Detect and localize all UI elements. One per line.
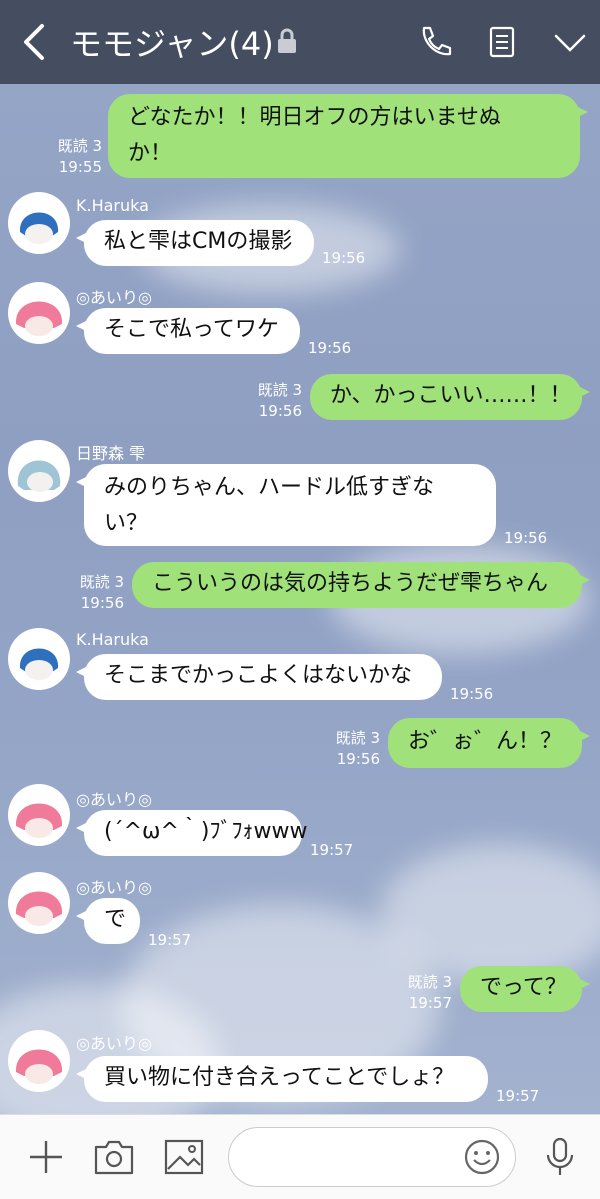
phone-icon[interactable] — [414, 22, 454, 62]
outgoing-message[interactable]: お゛ぉ゛ん！？ — [388, 718, 590, 768]
message-line: 私と雫はCMの撮影 — [104, 229, 293, 254]
image-icon[interactable] — [162, 1135, 206, 1179]
message-time: 19:56 — [308, 339, 352, 357]
message-line: (´^ω^｀)ﾌﾞﾌｫwww — [104, 819, 308, 844]
emoji-icon[interactable] — [463, 1138, 501, 1176]
message-meta: 既読 3 19:56 — [62, 572, 124, 614]
avatar-k-haruka[interactable] — [8, 192, 70, 254]
message-time: 19:56 — [80, 594, 124, 612]
sender-name: ◎あいり◎ — [76, 288, 152, 307]
avatar-shizuku[interactable] — [8, 440, 70, 502]
back-chevron-icon[interactable] — [16, 22, 52, 62]
message-line: か、かっこいい……！！ — [330, 383, 572, 408]
message-input-bar — [0, 1114, 600, 1199]
outgoing-message[interactable]: こういうのは気の持ちようだぜ雫ちゃん — [132, 562, 590, 608]
outgoing-message[interactable]: どなたか！！明日オフの方はいませぬ か！ — [108, 94, 588, 178]
incoming-message[interactable]: そこまでかっこよくはないかな — [76, 654, 442, 700]
sender-name: 日野森 雫 — [76, 444, 146, 463]
message-time: 19:57 — [496, 1087, 540, 1105]
chat-area[interactable]: どなたか！！明日オフの方はいませぬ か！ 既読 3 19:55 K.Haruka… — [0, 84, 600, 1114]
message-meta: 既読 3 19:56 — [318, 728, 380, 770]
message-meta: 既読 3 19:57 — [390, 972, 452, 1014]
message-meta: 既読 3 19:55 — [40, 136, 102, 178]
message-time: 19:56 — [336, 750, 380, 768]
outgoing-message[interactable]: か、かっこいい……！！ — [310, 374, 590, 420]
incoming-message[interactable]: そこで私ってワケ — [76, 308, 300, 354]
message-line: こういうのは気の持ちようだぜ雫ちゃん — [152, 571, 549, 596]
message-line: か！ — [128, 141, 173, 166]
plus-icon[interactable] — [24, 1135, 68, 1179]
camera-icon[interactable] — [92, 1135, 136, 1179]
incoming-message[interactable]: 買い物に付き合えってことでしょ？ — [76, 1056, 488, 1102]
message-line: そこで私ってワケ — [104, 317, 279, 342]
message-time: 19:57 — [310, 841, 354, 859]
read-receipt: 既読 3 — [79, 573, 124, 591]
message-time: 19:57 — [148, 931, 192, 949]
avatar-airi[interactable] — [8, 784, 70, 846]
sender-name: ◎あいり◎ — [76, 790, 152, 809]
avatar-airi[interactable] — [8, 282, 70, 344]
read-receipt: 既読 3 — [407, 973, 452, 991]
message-line: そこまでかっこよくはないかな — [104, 663, 413, 688]
chevron-down-icon[interactable] — [550, 22, 590, 62]
incoming-message[interactable]: (´^ω^｀)ﾌﾞﾌｫwww — [76, 810, 308, 856]
avatar-airi[interactable] — [8, 1030, 70, 1092]
read-receipt: 既読 3 — [257, 381, 302, 399]
incoming-message[interactable]: 私と雫はCMの撮影 — [76, 220, 314, 266]
message-time: 19:56 — [258, 402, 302, 420]
sender-name: ◎あいり◎ — [76, 1034, 152, 1053]
avatar-k-haruka[interactable] — [8, 628, 70, 690]
read-receipt: 既読 3 — [335, 729, 380, 747]
outgoing-message[interactable]: でって？ — [460, 966, 590, 1012]
sender-name: K.Haruka — [76, 196, 149, 215]
sender-name: ◎あいり◎ — [76, 878, 152, 897]
incoming-message[interactable]: みのりちゃん、ハードル低すぎな い？ — [76, 464, 496, 546]
message-line: でって？ — [480, 975, 567, 1000]
lock-icon — [278, 28, 296, 53]
microphone-icon[interactable] — [538, 1135, 582, 1179]
message-line: みのりちゃん、ハードル低すぎな — [104, 475, 435, 500]
chat-title: モモジャン(4) — [70, 25, 274, 63]
message-line: どなたか！！明日オフの方はいませぬ — [128, 105, 501, 130]
sender-name: K.Haruka — [76, 630, 149, 649]
message-time: 19:56 — [450, 685, 494, 703]
chat-header: モモジャン(4) — [0, 0, 600, 84]
message-time: 19:55 — [58, 158, 102, 176]
message-meta: 既読 3 19:56 — [240, 380, 302, 422]
message-line: お゛ぉ゛ん！？ — [408, 729, 563, 754]
message-line: 買い物に付き合えってことでしょ？ — [104, 1065, 455, 1090]
read-receipt: 既読 3 — [57, 137, 102, 155]
incoming-message[interactable]: で — [76, 898, 140, 944]
avatar-airi[interactable] — [8, 872, 70, 934]
message-line: い？ — [104, 511, 149, 536]
message-input[interactable] — [228, 1127, 516, 1187]
message-time: 19:56 — [322, 249, 366, 267]
message-line: で — [104, 907, 127, 932]
notes-icon[interactable] — [482, 22, 522, 62]
message-time: 19:57 — [408, 994, 452, 1012]
message-time: 19:56 — [504, 529, 548, 547]
